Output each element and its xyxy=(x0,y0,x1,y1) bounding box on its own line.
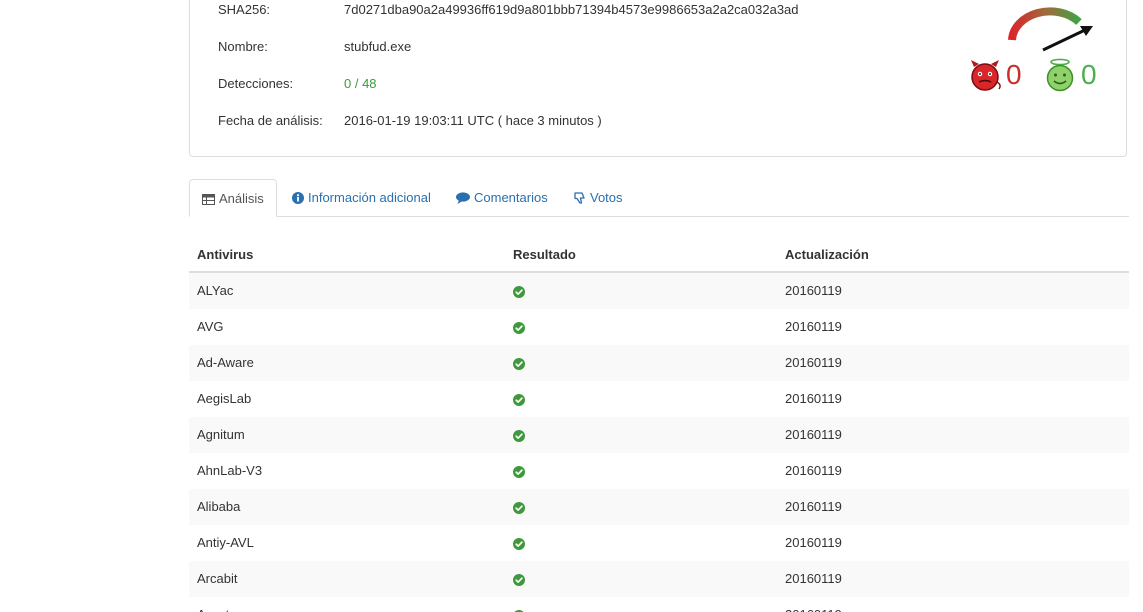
tab-votes[interactable]: Votos xyxy=(562,179,635,217)
table-row: Arcabit 20160119 xyxy=(189,561,1129,597)
table-row: Antiy-AVL 20160119 xyxy=(189,525,1129,561)
header-result[interactable]: Resultado xyxy=(513,237,576,273)
check-circle-icon xyxy=(513,358,525,370)
header-update[interactable]: Actualización xyxy=(785,237,869,273)
tab-analysis-label: Análisis xyxy=(219,191,264,206)
update-date: 20160119 xyxy=(785,571,842,586)
table-row: ALYac 20160119 xyxy=(189,273,1129,309)
analysis-date-label: Fecha de análisis: xyxy=(218,113,323,128)
antivirus-name: Antiy-AVL xyxy=(197,535,254,550)
harmless-votes[interactable]: 0 xyxy=(1043,58,1097,92)
harmless-vote-count: 0 xyxy=(1081,59,1097,90)
update-date: 20160119 xyxy=(785,283,842,298)
info-circle-icon xyxy=(292,192,304,204)
antivirus-name: AegisLab xyxy=(197,391,252,406)
update-date: 20160119 xyxy=(785,319,842,334)
table-icon xyxy=(202,194,215,205)
update-date: 20160119 xyxy=(785,463,842,478)
check-circle-icon xyxy=(513,322,525,334)
tab-additional-info-label: Información adicional xyxy=(308,190,431,205)
file-report-page: SHA256: 7d0271dba90a2a49936ff619d9a801bb… xyxy=(0,0,1143,612)
sha256-value: 7d0271dba90a2a49936ff619d9a801bbb71394b4… xyxy=(344,2,799,17)
antivirus-name: AhnLab-V3 xyxy=(197,463,263,478)
antivirus-name: Arcabit xyxy=(197,571,238,586)
table-row: AegisLab 20160119 xyxy=(189,381,1129,417)
antivirus-name: Avast xyxy=(197,597,229,612)
update-date: 20160119 xyxy=(785,355,842,370)
table-row: AhnLab-V3 20160119 xyxy=(189,453,1129,489)
sha256-label: SHA256: xyxy=(218,2,271,17)
table-row: Agnitum 20160119 xyxy=(189,417,1129,453)
antivirus-name: ALYac xyxy=(197,283,234,298)
table-row: AVG 20160119 xyxy=(189,309,1129,345)
tab-comments-label: Comentarios xyxy=(474,190,548,205)
tab-analysis[interactable]: Análisis xyxy=(189,179,277,217)
malicious-vote-count: 0 xyxy=(1006,59,1022,90)
check-circle-icon xyxy=(513,538,525,550)
comment-icon xyxy=(456,192,470,204)
tab-comments[interactable]: Comentarios xyxy=(444,179,560,217)
antivirus-name: AVG xyxy=(197,319,224,334)
update-date: 20160119 xyxy=(785,597,842,612)
antivirus-name: Ad-Aware xyxy=(197,355,254,370)
check-circle-icon xyxy=(513,430,525,442)
thumbs-down-icon xyxy=(574,192,585,204)
tab-votes-label: Votos xyxy=(590,190,623,205)
check-circle-icon xyxy=(513,394,525,406)
detections-label: Detecciones: xyxy=(218,76,294,91)
check-circle-icon xyxy=(513,502,525,514)
devil-face-icon xyxy=(971,60,1001,91)
table-row: Alibaba 20160119 xyxy=(189,489,1129,525)
antivirus-results-table: Antivirus Resultado Actualización ALYac … xyxy=(189,237,1129,612)
analysis-date-value: 2016-01-19 19:03:11 UTC ( hace 3 minutos… xyxy=(344,113,602,128)
table-header: Antivirus Resultado Actualización xyxy=(189,237,1129,273)
table-row: Ad-Aware 20160119 xyxy=(189,345,1129,381)
file-name-value: stubfud.exe xyxy=(344,39,412,54)
antivirus-name: Alibaba xyxy=(197,499,241,514)
score-gauge-icon xyxy=(1008,7,1093,52)
check-circle-icon xyxy=(513,574,525,586)
angel-face-icon xyxy=(1046,58,1074,92)
table-row: Avast 20160119 xyxy=(189,597,1129,612)
antivirus-name: Agnitum xyxy=(197,427,245,442)
update-date: 20160119 xyxy=(785,391,842,406)
check-circle-icon xyxy=(513,286,525,298)
detections-value: 0 / 48 xyxy=(344,76,377,91)
update-date: 20160119 xyxy=(785,427,842,442)
malicious-votes[interactable]: 0 xyxy=(968,58,1022,92)
check-circle-icon xyxy=(513,466,525,478)
report-tabs: Análisis Información adicional Comentari… xyxy=(189,179,1129,217)
header-antivirus[interactable]: Antivirus xyxy=(197,237,253,273)
file-name-label: Nombre: xyxy=(218,39,268,54)
update-date: 20160119 xyxy=(785,499,842,514)
update-date: 20160119 xyxy=(785,535,842,550)
tab-additional-info[interactable]: Información adicional xyxy=(280,179,443,217)
